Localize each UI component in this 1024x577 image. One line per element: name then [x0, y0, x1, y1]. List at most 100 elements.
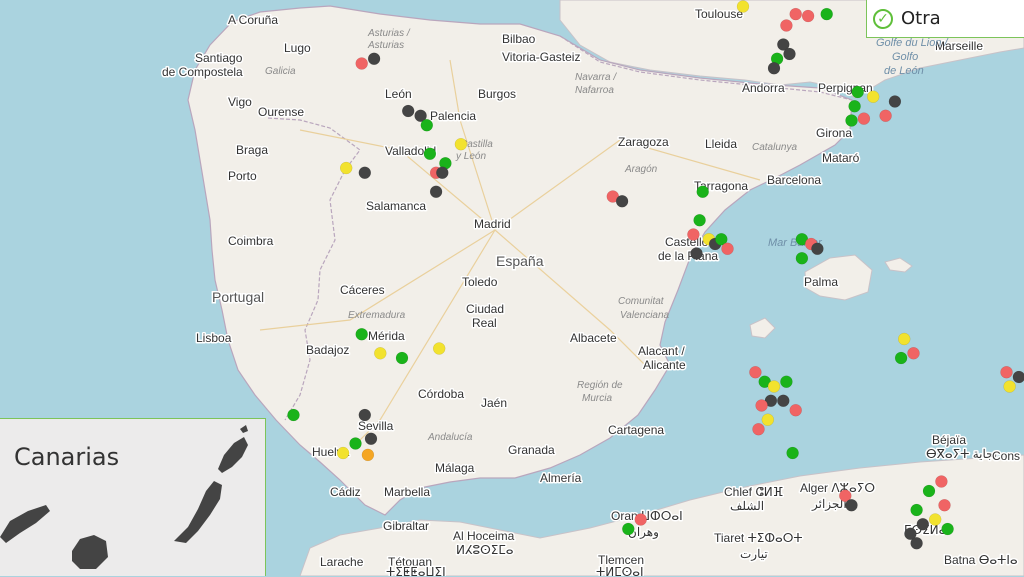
map-marker-dark[interactable]	[359, 167, 371, 179]
map-marker-green[interactable]	[697, 186, 709, 198]
svg-text:Navarra /: Navarra /	[575, 72, 617, 83]
svg-text:Vitoria-Gasteiz: Vitoria-Gasteiz	[502, 50, 580, 64]
svg-text:Lugo: Lugo	[284, 41, 311, 55]
map-marker-green[interactable]	[424, 148, 436, 160]
map-marker-red[interactable]	[790, 404, 802, 416]
svg-text:Toledo: Toledo	[462, 275, 498, 289]
svg-text:ⵍⵃⵓⵙⵉⵎⴰ: ⵍⵃⵓⵙⵉⵎⴰ	[456, 543, 514, 557]
map-marker-green[interactable]	[694, 214, 706, 226]
map-marker-green[interactable]	[796, 252, 808, 264]
island-tenerife	[0, 505, 50, 543]
map-marker-yellow[interactable]	[374, 347, 386, 359]
svg-text:Toulouse: Toulouse	[695, 7, 743, 21]
map-marker-red[interactable]	[780, 20, 792, 32]
svg-text:Al Hoceima: Al Hoceima	[453, 529, 515, 543]
map-marker-yellow[interactable]	[762, 414, 774, 426]
map-marker-red[interactable]	[356, 58, 368, 70]
map-marker-dark[interactable]	[889, 96, 901, 108]
map-marker-red[interactable]	[749, 366, 761, 378]
map-marker-green[interactable]	[923, 485, 935, 497]
check-circle-icon[interactable]: ✓	[873, 9, 893, 29]
svg-text:Chlef ⵛⵍⴼ: Chlef ⵛⵍⴼ	[724, 485, 783, 499]
map-marker-red[interactable]	[722, 243, 734, 255]
svg-text:Porto: Porto	[228, 169, 257, 183]
map-marker-green[interactable]	[849, 100, 861, 112]
map-marker-green[interactable]	[288, 409, 300, 421]
map-marker-green[interactable]	[895, 352, 907, 364]
svg-text:Coimbra: Coimbra	[228, 234, 274, 248]
map-marker-red[interactable]	[753, 423, 765, 435]
map-marker-red[interactable]	[635, 514, 647, 526]
map-marker-red[interactable]	[858, 113, 870, 125]
inset-title: Canarias	[14, 443, 119, 471]
svg-text:Oran ⵡⵀⵔⴰⵏ: Oran ⵡⵀⵔⴰⵏ	[611, 509, 683, 523]
map-marker-red[interactable]	[687, 229, 699, 241]
map-marker-green[interactable]	[421, 119, 433, 131]
map-marker-yellow[interactable]	[867, 91, 879, 103]
map-marker-dark[interactable]	[368, 53, 380, 65]
map-marker-red[interactable]	[802, 10, 814, 22]
map-marker-dark[interactable]	[846, 499, 858, 511]
map-marker-green[interactable]	[846, 115, 858, 127]
svg-text:Ciudad: Ciudad	[466, 302, 504, 316]
map-marker-green[interactable]	[622, 523, 634, 535]
svg-text:Aragón: Aragón	[624, 164, 658, 175]
map-marker-dark[interactable]	[777, 395, 789, 407]
map-marker-green[interactable]	[911, 504, 923, 516]
svg-text:A Coruña: A Coruña	[228, 13, 278, 27]
map-marker-green[interactable]	[852, 86, 864, 98]
map-marker-red[interactable]	[939, 499, 951, 511]
map-marker-yellow[interactable]	[1004, 381, 1016, 393]
map-marker-green[interactable]	[356, 328, 368, 340]
svg-text:Región de: Región de	[577, 380, 623, 391]
svg-text:Murcia: Murcia	[582, 393, 612, 404]
svg-text:Sevilla: Sevilla	[358, 419, 394, 433]
map-marker-yellow[interactable]	[433, 343, 445, 355]
svg-text:Comunitat: Comunitat	[618, 296, 665, 307]
svg-text:Jaén: Jaén	[481, 396, 507, 410]
map-marker-green[interactable]	[787, 447, 799, 459]
map-marker-orange[interactable]	[362, 449, 374, 461]
map-marker-yellow[interactable]	[898, 333, 910, 345]
island-islet	[240, 425, 248, 433]
svg-text:Nafarroa: Nafarroa	[575, 85, 614, 96]
map-marker-green[interactable]	[396, 352, 408, 364]
map-marker-yellow[interactable]	[340, 162, 352, 174]
map-marker-dark[interactable]	[359, 409, 371, 421]
legend-label: Otra	[901, 8, 941, 29]
svg-text:de la Plana: de la Plana	[658, 249, 718, 263]
map-marker-dark[interactable]	[811, 243, 823, 255]
map-marker-dark[interactable]	[691, 248, 703, 260]
map-marker-red[interactable]	[880, 110, 892, 122]
map-marker-red[interactable]	[1001, 366, 1013, 378]
map-marker-green[interactable]	[821, 8, 833, 20]
svg-text:Cádiz: Cádiz	[330, 485, 361, 499]
map-marker-dark[interactable]	[436, 167, 448, 179]
map-marker-green[interactable]	[350, 438, 362, 450]
map-marker-yellow[interactable]	[455, 138, 467, 150]
map-marker-green[interactable]	[942, 523, 954, 535]
map-marker-green[interactable]	[780, 376, 792, 388]
map-marker-dark[interactable]	[402, 105, 414, 117]
map-marker-dark[interactable]	[917, 518, 929, 530]
map-marker-dark[interactable]	[365, 433, 377, 445]
svg-text:Béjaïa: Béjaïa	[932, 433, 966, 447]
map-marker-dark[interactable]	[430, 186, 442, 198]
map-marker-dark[interactable]	[616, 195, 628, 207]
svg-text:ⵜⵉⵟⵟⴰⵡⵉⵏ: ⵜⵉⵟⵟⴰⵡⵉⵏ	[386, 565, 446, 576]
map-marker-dark[interactable]	[1013, 371, 1024, 383]
map-marker-yellow[interactable]	[929, 514, 941, 526]
map-marker-red[interactable]	[908, 347, 920, 359]
map-marker-yellow[interactable]	[768, 381, 780, 393]
svg-text:y León: y León	[455, 151, 486, 162]
legend-panel[interactable]: ✓ Otra	[866, 0, 1024, 38]
map-marker-red[interactable]	[935, 476, 947, 488]
map-marker-dark[interactable]	[784, 48, 796, 60]
svg-text:Almería: Almería	[540, 471, 582, 485]
map-marker-red[interactable]	[790, 8, 802, 20]
map-marker-dark[interactable]	[768, 62, 780, 74]
map-marker-red[interactable]	[756, 400, 768, 412]
map-marker-dark[interactable]	[911, 537, 923, 549]
map-marker-yellow[interactable]	[737, 1, 749, 13]
map-marker-yellow[interactable]	[337, 447, 349, 459]
